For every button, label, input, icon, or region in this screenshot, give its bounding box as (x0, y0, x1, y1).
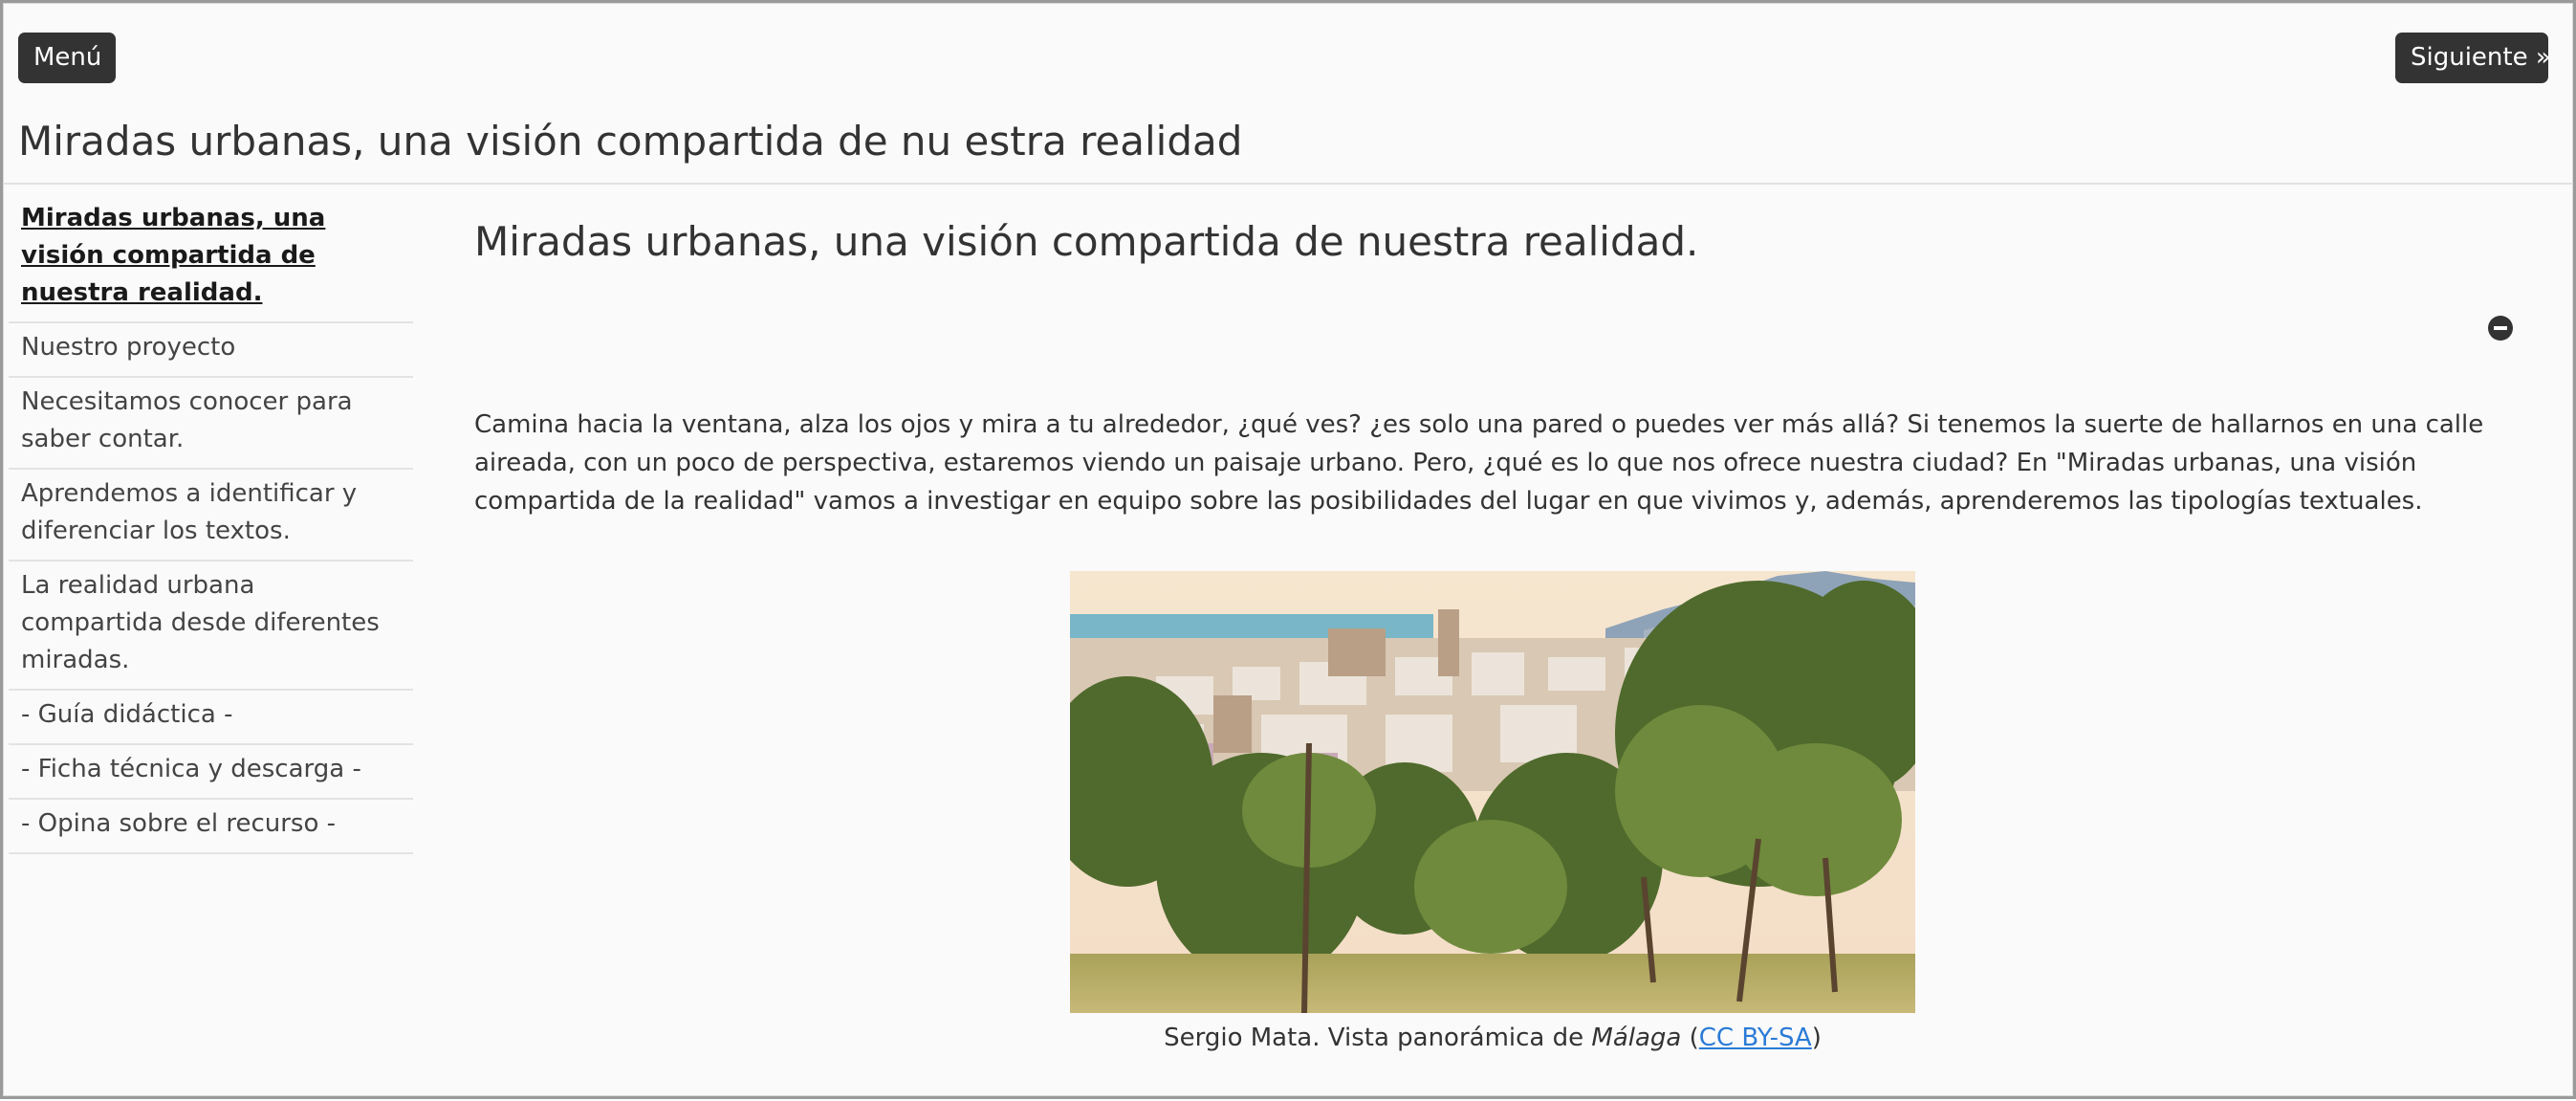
figure: Sergio Mata. Vista panorámica de Málaga … (1070, 571, 1915, 1055)
sidebar-item-home[interactable]: Miradas urbanas, una visión compartida d… (9, 194, 413, 323)
malaga-panorama-image (1070, 571, 1915, 1013)
header-divider (3, 183, 2573, 185)
minus-circle-icon[interactable] (2488, 316, 2513, 341)
caption-place: Málaga (1591, 1024, 1682, 1052)
page-title: Miradas urbanas, una visión compartida d… (474, 218, 1699, 265)
sidebar-item-texts[interactable]: Aprendemos a identificar y diferenciar l… (9, 470, 413, 562)
sidebar-item-guide[interactable]: - Guía didáctica - (9, 691, 413, 745)
license-link[interactable]: CC BY-SA (1699, 1024, 1812, 1052)
menu-button[interactable]: Menú (18, 33, 116, 83)
app-window: Menú Siguiente » Miradas urbanas, una vi… (0, 0, 2576, 1099)
caption-open-paren: ( (1681, 1024, 1699, 1052)
next-button[interactable]: Siguiente » (2395, 33, 2551, 83)
sidebar-item-datasheet[interactable]: - Ficha técnica y descarga - (9, 745, 413, 800)
image-caption: Sergio Mata. Vista panorámica de Málaga … (1070, 1021, 1915, 1055)
sidebar-item-project[interactable]: Nuestro proyecto (9, 323, 413, 378)
main-content: Miradas urbanas, una visión compartida d… (474, 213, 2523, 1052)
site-title: Miradas urbanas, una visión compartida d… (18, 118, 1243, 165)
sidebar-item-urban-reality[interactable]: La realidad urbana compartida desde dife… (9, 562, 413, 691)
caption-author: Sergio Mata. Vista panorámica de (1164, 1024, 1592, 1052)
sidebar-nav: Miradas urbanas, una visión compartida d… (9, 194, 413, 854)
intro-paragraph: Camina hacia la ventana, alza los ojos y… (474, 410, 2484, 516)
caption-close-paren: ) (1811, 1024, 1822, 1052)
sidebar-item-knowledge[interactable]: Necesitamos conocer para saber contar. (9, 378, 413, 470)
sidebar-item-feedback[interactable]: - Opina sobre el recurso - (9, 800, 413, 854)
